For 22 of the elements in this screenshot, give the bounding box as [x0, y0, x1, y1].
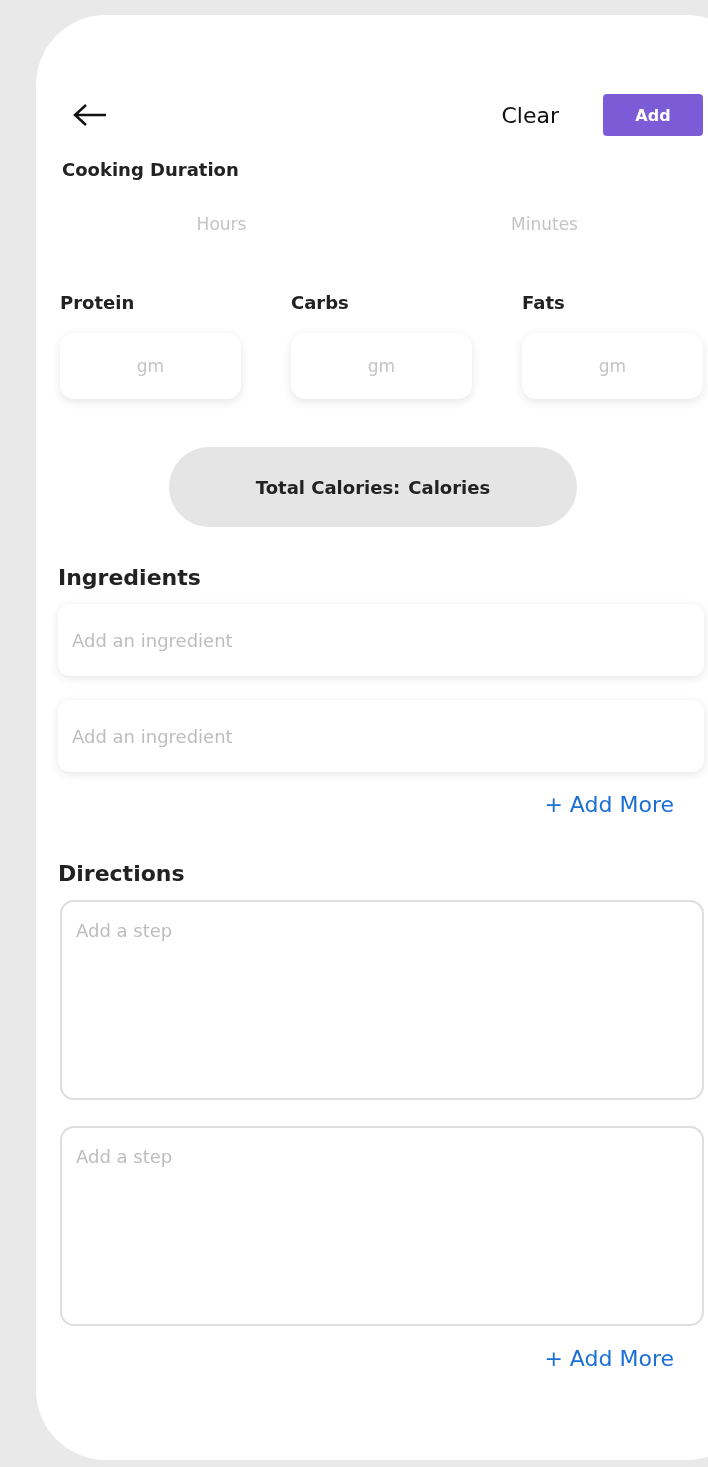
clear-button[interactable]: Clear — [501, 102, 559, 128]
macro-label: Carbs — [291, 292, 350, 313]
section-title: Directions — [58, 861, 186, 886]
back-arrow-icon — [72, 103, 108, 127]
total-calories-value: Calories — [408, 476, 491, 498]
add-more-link[interactable]: + Add More — [544, 1346, 674, 1371]
total-calories-label: Total Calories: — [255, 476, 401, 498]
step-field[interactable]: Add a step — [60, 900, 704, 1100]
add-button[interactable]: Add — [603, 94, 703, 136]
macro-field[interactable]: gm — [60, 333, 241, 399]
section-title: Ingredients — [58, 565, 202, 590]
duration-field[interactable]: Hours — [60, 208, 383, 240]
macro-label: Fats — [522, 292, 566, 313]
duration-field[interactable]: Minutes — [383, 208, 706, 240]
macro-field[interactable]: gm — [291, 333, 472, 399]
macro-field[interactable]: gm — [522, 333, 703, 399]
ingredient-field[interactable]: Add an ingredient — [58, 700, 704, 772]
ingredient-field[interactable]: Add an ingredient — [58, 604, 704, 676]
step-field[interactable]: Add a step — [60, 1126, 704, 1326]
macro-label: Protein — [60, 292, 136, 313]
section-title: Cooking Duration — [62, 159, 240, 180]
add-more-link[interactable]: + Add More — [544, 792, 674, 817]
